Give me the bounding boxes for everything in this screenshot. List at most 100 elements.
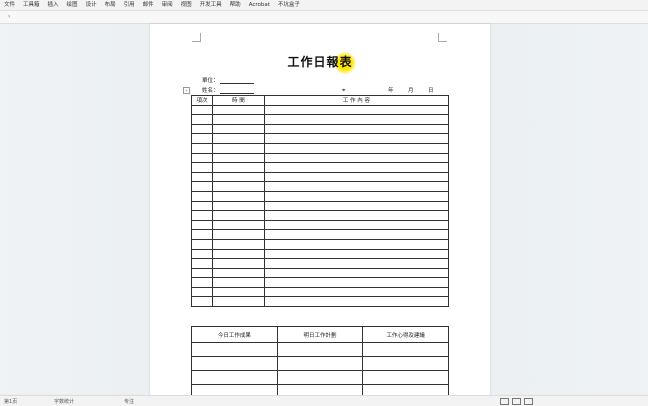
table-cell[interactable] bbox=[211, 104, 265, 116]
table-cell[interactable] bbox=[211, 114, 265, 125]
menu-item[interactable]: 不坑盒子 bbox=[274, 0, 304, 10]
table-cell[interactable] bbox=[191, 142, 213, 154]
table-cell[interactable] bbox=[191, 152, 213, 164]
name-input-line[interactable] bbox=[219, 93, 254, 94]
table-cell[interactable] bbox=[191, 123, 213, 135]
table-cell[interactable] bbox=[263, 104, 450, 116]
menu-item[interactable]: 引用 bbox=[120, 0, 139, 10]
table-cell[interactable] bbox=[263, 133, 450, 144]
table-cell[interactable] bbox=[211, 133, 265, 144]
summary-cell[interactable] bbox=[276, 342, 364, 357]
table-cell[interactable] bbox=[263, 142, 450, 154]
table-cell[interactable] bbox=[211, 258, 265, 269]
table-cell[interactable] bbox=[263, 210, 450, 221]
table-cell[interactable] bbox=[211, 123, 265, 135]
ribbon-expand-icon[interactable]: › bbox=[8, 13, 10, 20]
table-move-handle-icon[interactable]: + bbox=[183, 87, 190, 94]
menu-item[interactable]: 设计 bbox=[82, 0, 101, 10]
table-cell[interactable] bbox=[191, 114, 213, 125]
table-cell[interactable] bbox=[191, 190, 213, 202]
menu-item[interactable]: 工具箱 bbox=[19, 0, 44, 10]
table-cell[interactable] bbox=[211, 181, 265, 192]
table-row[interactable] bbox=[191, 171, 450, 183]
table-cell[interactable] bbox=[211, 162, 265, 173]
document-page[interactable]: 工作日報表 單位： 姓名： 年 月 日 + ⌖ 項次時 間工 作 內 容 今日工… bbox=[150, 24, 490, 399]
summary-cell[interactable] bbox=[362, 356, 449, 371]
table-cell[interactable] bbox=[211, 142, 265, 154]
table-row[interactable] bbox=[191, 296, 450, 308]
table-cell[interactable] bbox=[263, 171, 450, 183]
table-row[interactable] bbox=[191, 267, 450, 279]
focus-mode[interactable]: 专注 bbox=[124, 398, 134, 405]
table-row[interactable] bbox=[191, 219, 450, 231]
table-cell[interactable] bbox=[211, 200, 265, 212]
unit-input-line[interactable] bbox=[219, 83, 254, 84]
table-cell[interactable] bbox=[191, 181, 213, 192]
table-cell[interactable] bbox=[191, 267, 213, 279]
table-cell[interactable] bbox=[263, 286, 450, 298]
table-cell[interactable] bbox=[263, 296, 450, 308]
table-cell[interactable] bbox=[191, 248, 213, 260]
table-cell[interactable] bbox=[263, 258, 450, 269]
menu-item[interactable]: 开发工具 bbox=[196, 0, 226, 10]
summary-row[interactable] bbox=[191, 342, 449, 357]
menu-item[interactable]: 插入 bbox=[44, 0, 63, 10]
page-info[interactable]: 第1页 bbox=[4, 398, 17, 405]
work-log-table[interactable]: 項次時 間工 作 內 容 bbox=[191, 95, 450, 308]
summary-cell[interactable] bbox=[276, 370, 364, 385]
table-cell[interactable] bbox=[211, 152, 265, 164]
menu-item[interactable]: 邮件 bbox=[139, 0, 158, 10]
table-cell[interactable] bbox=[211, 267, 265, 279]
table-row[interactable] bbox=[191, 200, 450, 212]
table-cell[interactable] bbox=[211, 277, 265, 288]
menu-item[interactable]: 审阅 bbox=[158, 0, 177, 10]
table-cell[interactable] bbox=[211, 296, 265, 308]
table-cell[interactable] bbox=[191, 229, 213, 240]
table-row[interactable] bbox=[191, 181, 450, 192]
summary-cell[interactable] bbox=[276, 356, 364, 371]
table-cell[interactable] bbox=[263, 123, 450, 135]
table-row[interactable] bbox=[191, 162, 450, 173]
table-cell[interactable] bbox=[191, 210, 213, 221]
table-row[interactable] bbox=[191, 123, 450, 135]
table-cell[interactable] bbox=[263, 219, 450, 231]
table-cell[interactable] bbox=[263, 277, 450, 288]
table-row[interactable] bbox=[191, 142, 450, 154]
table-cell[interactable] bbox=[263, 190, 450, 202]
table-cell[interactable] bbox=[191, 277, 213, 288]
table-cell[interactable] bbox=[263, 162, 450, 173]
summary-cell[interactable] bbox=[362, 342, 449, 357]
table-cell[interactable] bbox=[191, 162, 213, 173]
table-cell[interactable] bbox=[211, 238, 265, 250]
table-row[interactable] bbox=[191, 277, 450, 288]
table-row[interactable] bbox=[191, 190, 450, 202]
table-row[interactable] bbox=[191, 238, 450, 250]
summary-row[interactable] bbox=[191, 356, 449, 371]
table-row[interactable] bbox=[191, 133, 450, 144]
table-row[interactable] bbox=[191, 248, 450, 260]
menu-item[interactable]: 文件 bbox=[0, 0, 19, 10]
table-row[interactable] bbox=[191, 104, 450, 116]
table-cell[interactable] bbox=[263, 267, 450, 279]
table-row[interactable] bbox=[191, 229, 450, 240]
menu-item[interactable]: Acrobat bbox=[245, 0, 274, 10]
table-row[interactable] bbox=[191, 114, 450, 125]
table-cell[interactable] bbox=[211, 219, 265, 231]
summary-cell[interactable] bbox=[191, 370, 278, 385]
table-cell[interactable] bbox=[263, 229, 450, 240]
table-cell[interactable] bbox=[263, 248, 450, 260]
word-count[interactable]: 字数统计 bbox=[54, 398, 74, 405]
read-mode-icon[interactable] bbox=[500, 398, 509, 405]
summary-cell[interactable] bbox=[191, 342, 278, 357]
summary-row[interactable] bbox=[191, 370, 449, 385]
table-cell[interactable] bbox=[191, 200, 213, 212]
table-cell[interactable] bbox=[211, 190, 265, 202]
table-cell[interactable] bbox=[211, 210, 265, 221]
table-cell[interactable] bbox=[211, 286, 265, 298]
web-layout-icon[interactable] bbox=[524, 398, 533, 405]
table-row[interactable] bbox=[191, 258, 450, 269]
menu-item[interactable]: 布局 bbox=[101, 0, 120, 10]
menu-item[interactable]: 视图 bbox=[177, 0, 196, 10]
table-row[interactable] bbox=[191, 286, 450, 298]
table-cell[interactable] bbox=[263, 114, 450, 125]
